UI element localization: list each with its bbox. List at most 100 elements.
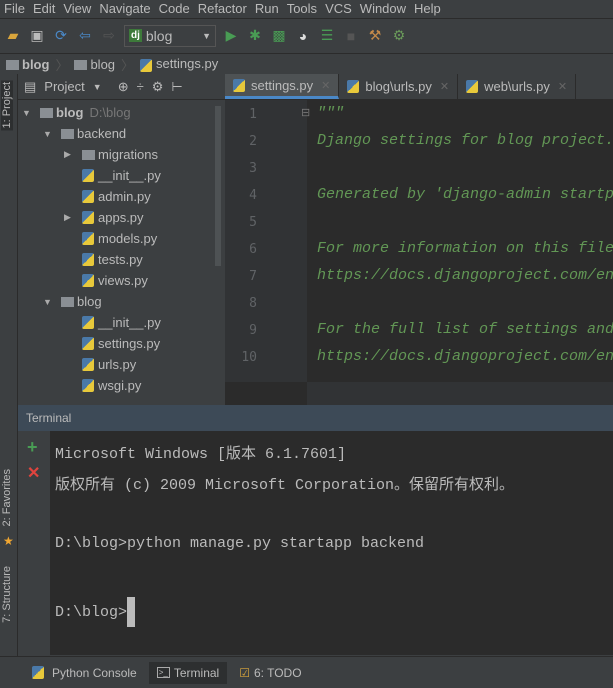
chevron-down-icon[interactable]: ▼: [93, 82, 102, 92]
tree-item[interactable]: ▶ migrations: [64, 144, 158, 165]
profile-icon[interactable]: ◕: [294, 27, 312, 45]
debug-icon[interactable]: ✱: [246, 27, 264, 45]
menu-refactor[interactable]: Refactor: [194, 1, 251, 16]
run-icon[interactable]: ▶: [222, 27, 240, 45]
menu-run[interactable]: Run: [251, 1, 283, 16]
tree-item[interactable]: ▼ blog: [43, 291, 102, 312]
tree-item[interactable]: tests.py: [64, 249, 143, 270]
run-config-select[interactable]: dj blog ▼: [124, 24, 216, 47]
collapse-arrow-icon[interactable]: ▶: [64, 212, 76, 223]
terminal-text: Microsoft Windows [版本 6.1.7601]: [55, 446, 347, 463]
menu-tools[interactable]: Tools: [283, 1, 321, 16]
close-session-icon[interactable]: ✕: [27, 463, 40, 483]
line-number: 2: [249, 134, 257, 149]
editor-tab[interactable]: settings.py ✕: [225, 74, 340, 99]
terminal-toolbar: + ✕: [18, 431, 50, 655]
tree-item-label: blog: [77, 294, 102, 309]
todo-tab[interactable]: ☑ 6: TODO: [231, 662, 309, 684]
menu-file[interactable]: File: [0, 1, 29, 16]
collapse-icon[interactable]: ÷: [137, 79, 144, 94]
menu-view[interactable]: View: [59, 1, 95, 16]
editor-tab[interactable]: blog\urls.py ✕: [339, 74, 459, 99]
forward-icon[interactable]: ⇨: [100, 27, 118, 45]
python-file-icon: [82, 337, 94, 350]
menu-vcs[interactable]: VCS: [321, 1, 356, 16]
tree-item[interactable]: views.py: [64, 270, 148, 291]
menu-help[interactable]: Help: [410, 1, 445, 16]
star-icon: ★: [3, 534, 14, 548]
breadcrumb-item[interactable]: settings.py: [140, 56, 219, 72]
python-file-icon: [82, 232, 94, 245]
editor-tabs: settings.py ✕ blog\urls.py ✕ web\urls.py ✕: [225, 74, 613, 100]
editor-tab[interactable]: web\urls.py ✕: [458, 74, 577, 99]
tree-item[interactable]: wsgi.py: [64, 375, 141, 396]
project-view-icon: ▤: [24, 78, 37, 94]
locate-icon[interactable]: ⊕: [118, 79, 129, 95]
tree-item[interactable]: __init__.py: [64, 312, 161, 333]
concurrency-icon[interactable]: ☰: [318, 27, 336, 45]
open-folder-icon[interactable]: ▰: [4, 27, 22, 45]
terminal-tab[interactable]: >_ Terminal: [148, 661, 228, 684]
terminal-cursor: [127, 597, 136, 627]
close-tab-icon[interactable]: ✕: [558, 80, 567, 93]
code-editor[interactable]: 1 2 3 4 5 6 7 8 9 10 """ Django settings for blog …: [225, 100, 613, 405]
tree-item[interactable]: settings.py: [64, 333, 160, 354]
stop-icon[interactable]: ■: [342, 27, 360, 45]
code-line: For the full list of settings and: [317, 321, 613, 338]
android-sdk-icon[interactable]: ⚙: [390, 27, 408, 45]
structure-tool-button[interactable]: 7: Structure: [1, 566, 13, 623]
expand-arrow-icon[interactable]: ▼: [22, 108, 34, 118]
django-icon: dj: [129, 29, 142, 42]
line-number: 4: [249, 188, 257, 203]
sync-icon[interactable]: ⟳: [52, 27, 70, 45]
collapse-arrow-icon[interactable]: ▶: [64, 149, 76, 160]
menu-navigate[interactable]: Navigate: [95, 1, 154, 16]
breadcrumb-item[interactable]: blog: [74, 57, 115, 72]
save-icon[interactable]: ▣: [28, 27, 46, 45]
python-console-tab[interactable]: Python Console: [24, 662, 145, 684]
python-file-icon: [347, 80, 360, 93]
python-file-icon: [82, 274, 94, 287]
menu-window[interactable]: Window: [356, 1, 410, 16]
tab-label: 6: TODO: [253, 665, 302, 680]
menu-edit[interactable]: Edit: [29, 1, 59, 16]
project-tool-button[interactable]: 1: Project: [1, 80, 13, 131]
code-line: """: [317, 105, 345, 122]
tree-item[interactable]: urls.py: [64, 354, 136, 375]
hide-icon[interactable]: ⊢: [171, 79, 182, 95]
breadcrumb-item[interactable]: blog: [6, 57, 49, 72]
close-tab-icon[interactable]: ✕: [321, 79, 330, 92]
back-icon[interactable]: ⇦: [76, 27, 94, 45]
settings-wrench-icon[interactable]: ⚒: [366, 27, 384, 45]
line-number: 10: [241, 350, 257, 365]
python-icon: [32, 666, 44, 679]
close-tab-icon[interactable]: ✕: [440, 80, 449, 93]
python-file-icon: [82, 211, 94, 224]
coverage-icon[interactable]: ▩: [270, 27, 288, 45]
terminal-title: Terminal: [18, 405, 613, 431]
expand-arrow-icon[interactable]: ▼: [43, 297, 55, 307]
menu-code[interactable]: Code: [155, 1, 194, 16]
tree-item[interactable]: ▼ blog D:\blog: [22, 102, 131, 123]
tree-item[interactable]: ▶ apps.py: [64, 207, 144, 228]
favorites-tool-button[interactable]: 2: Favorites: [1, 469, 13, 526]
chevron-down-icon: ▼: [202, 30, 211, 41]
code-line: Django settings for blog project.: [317, 132, 613, 149]
terminal-line: D:\blog>: [55, 597, 136, 627]
fold-marker-icon[interactable]: ⊟: [301, 106, 310, 119]
tree-item-label: __init__.py: [98, 315, 161, 330]
line-number: 3: [249, 161, 257, 176]
folder-icon: [74, 60, 88, 71]
tree-item[interactable]: models.py: [64, 228, 157, 249]
new-session-icon[interactable]: +: [27, 437, 38, 458]
expand-arrow-icon[interactable]: ▼: [43, 129, 55, 139]
tree-item[interactable]: admin.py: [64, 186, 151, 207]
breadcrumb-label: settings.py: [156, 56, 219, 72]
gear-icon[interactable]: ⚙: [152, 79, 164, 95]
line-number: 9: [249, 323, 257, 338]
python-file-icon: [233, 78, 245, 92]
tree-item[interactable]: ▼ backend: [43, 123, 126, 144]
project-view-select[interactable]: Project: [44, 79, 84, 94]
tree-scrollbar[interactable]: [215, 106, 221, 266]
tree-item[interactable]: __init__.py: [64, 165, 161, 186]
